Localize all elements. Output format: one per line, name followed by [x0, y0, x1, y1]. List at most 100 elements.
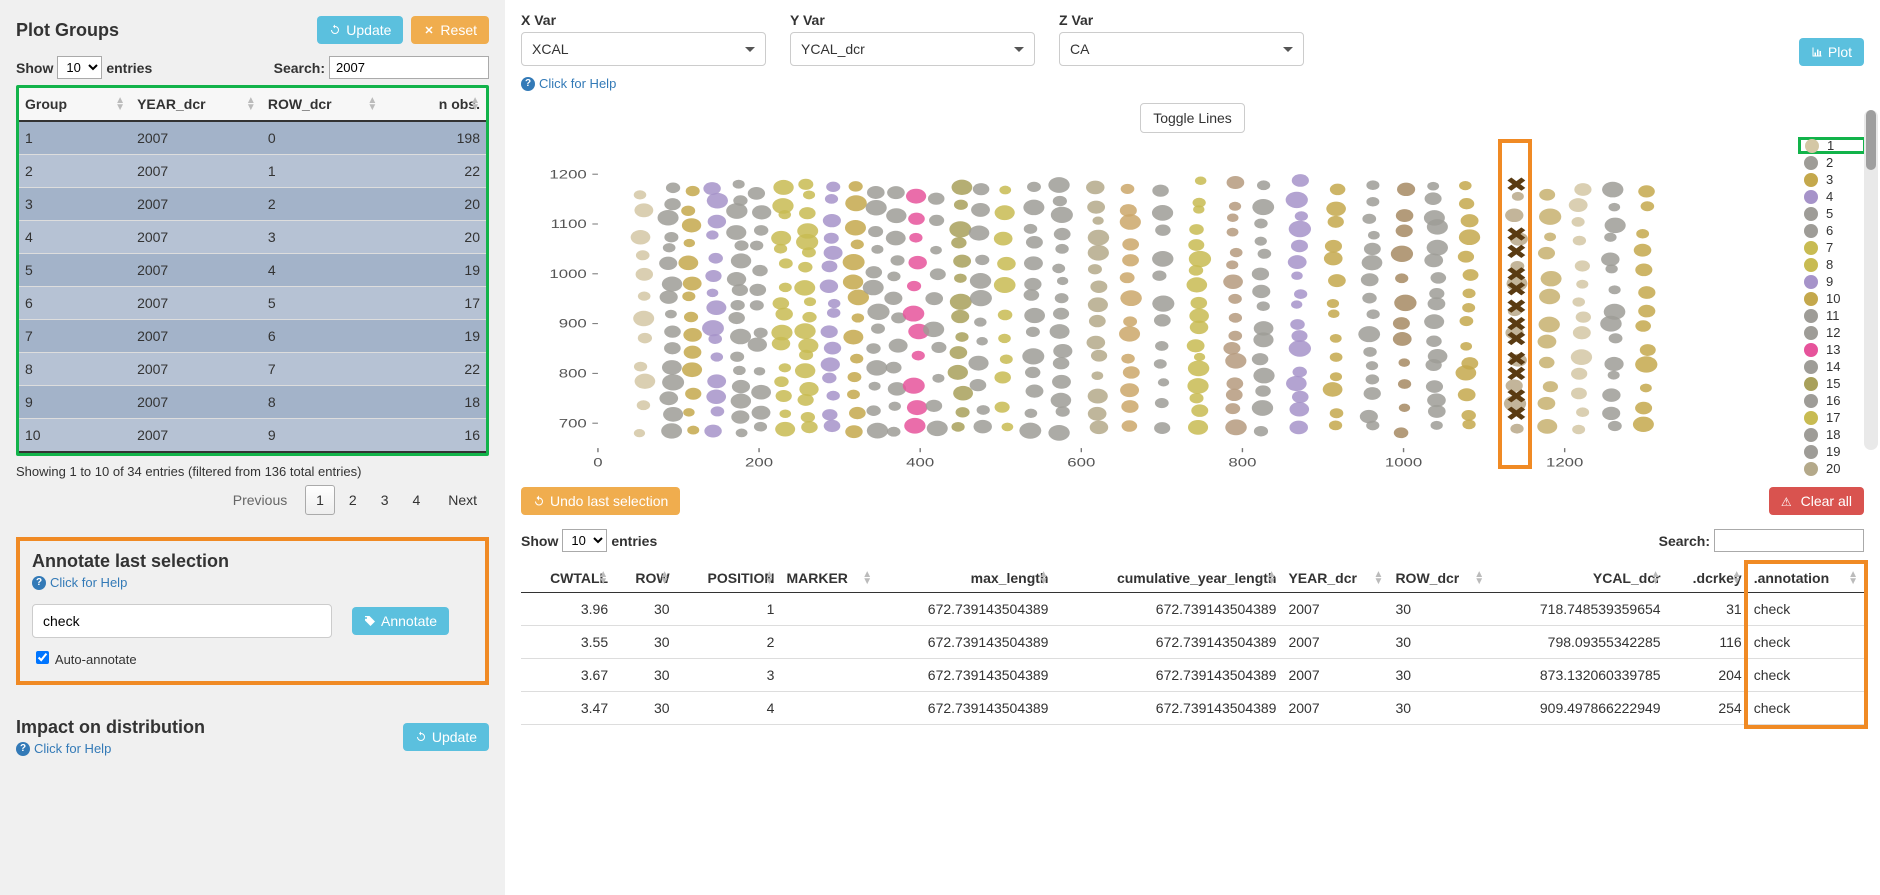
table-row[interactable]: 52007419	[19, 254, 486, 287]
column-header[interactable]: YCAL_dcr▲▼	[1490, 564, 1666, 593]
table-row[interactable]: 92007818	[19, 386, 486, 419]
svg-text:700: 700	[559, 417, 587, 430]
legend-item[interactable]: 18	[1804, 426, 1864, 443]
column-header[interactable]: CWTALL▲▼	[521, 564, 614, 593]
reset-button[interactable]: Reset	[411, 16, 489, 44]
column-header[interactable]: ROW_dcr▲▼	[262, 88, 383, 121]
legend-item[interactable]: 13	[1804, 341, 1864, 358]
help-icon: ?	[32, 576, 46, 590]
legend-item[interactable]: 19	[1804, 443, 1864, 460]
column-header[interactable]: MARKER▲▼	[780, 564, 878, 593]
legend-item[interactable]: 9	[1804, 273, 1864, 290]
table-row[interactable]: 82007722	[19, 353, 486, 386]
legend-item[interactable]: 15	[1804, 375, 1864, 392]
chevron-down-icon	[745, 47, 755, 52]
legend-item[interactable]: 1	[1798, 137, 1866, 154]
close-icon	[423, 24, 435, 36]
table-row[interactable]: 22007122	[19, 155, 486, 188]
page-next[interactable]: Next	[438, 486, 487, 514]
svg-text:400: 400	[906, 457, 934, 470]
column-header[interactable]: YEAR_dcr▲▼	[131, 88, 262, 121]
chevron-down-icon	[1014, 47, 1024, 52]
xvar-select[interactable]: XCAL	[521, 32, 766, 66]
page-number[interactable]: 1	[305, 485, 335, 515]
legend-item[interactable]: 20	[1804, 460, 1864, 477]
clear-all-button[interactable]: Clear all	[1769, 487, 1864, 515]
svg-text:1200: 1200	[549, 168, 586, 181]
column-header[interactable]: YEAR_dcr▲▼	[1282, 564, 1389, 593]
legend-item[interactable]: 11	[1804, 307, 1864, 324]
plot-button[interactable]: Plot	[1799, 38, 1864, 66]
legend-item[interactable]: 16	[1804, 392, 1864, 409]
page-number[interactable]: 4	[403, 486, 431, 514]
legend-item[interactable]: 12	[1804, 324, 1864, 341]
table-row[interactable]: 42007320	[19, 221, 486, 254]
svg-text:0: 0	[593, 457, 602, 470]
table-info: Showing 1 to 10 of 34 entries (filtered …	[16, 464, 489, 479]
undo-selection-button[interactable]: Undo last selection	[521, 487, 680, 515]
chevron-down-icon	[1283, 47, 1293, 52]
table-row[interactable]: 32007220	[19, 188, 486, 221]
chart-help[interactable]: ? Click for Help	[521, 76, 616, 91]
column-header[interactable]: n obs.▲▼	[383, 88, 486, 121]
column-header[interactable]: ROW▲▼	[614, 564, 675, 593]
legend-item[interactable]: 14	[1804, 358, 1864, 375]
legend-item[interactable]: 6	[1804, 222, 1864, 239]
right-search-input[interactable]	[1714, 529, 1864, 552]
table-row[interactable]: 3.55302672.739143504389672.7391435043892…	[521, 626, 1864, 659]
legend-item[interactable]: 10	[1804, 290, 1864, 307]
annotate-button[interactable]: Annotate	[352, 607, 449, 635]
svg-text:1000: 1000	[1385, 457, 1422, 470]
column-header[interactable]: cumulative_year_length▲▼	[1054, 564, 1282, 593]
column-header[interactable]: ROW_dcr▲▼	[1389, 564, 1490, 593]
table-row[interactable]: 3.96301672.739143504389672.7391435043892…	[521, 593, 1864, 626]
legend-item[interactable]: 8	[1804, 256, 1864, 273]
help-icon: ?	[521, 77, 535, 91]
table-row[interactable]: 102007916	[19, 419, 486, 453]
page-length-select[interactable]: 10	[57, 56, 102, 79]
legend-item[interactable]: 7	[1804, 239, 1864, 256]
search-label: Search:	[274, 60, 325, 76]
impact-title: Impact on distribution	[16, 717, 205, 738]
impact-help[interactable]: ? Click for Help	[16, 741, 111, 756]
scrollbar[interactable]	[1864, 110, 1878, 450]
column-header[interactable]: Group▲▼	[19, 88, 131, 121]
impact-update-button[interactable]: Update	[403, 723, 489, 751]
legend-item[interactable]: 3	[1804, 171, 1864, 188]
column-header[interactable]: POSITION▲▼	[676, 564, 781, 593]
legend-item[interactable]: 5	[1804, 205, 1864, 222]
auto-annotate-checkbox[interactable]: Auto-annotate	[32, 652, 137, 667]
column-header[interactable]: max_length▲▼	[878, 564, 1054, 593]
refresh-icon	[329, 24, 341, 36]
page-prev[interactable]: Previous	[223, 486, 297, 514]
legend-item[interactable]: 4	[1804, 188, 1864, 205]
update-button[interactable]: Update	[317, 16, 403, 44]
scatter-chart[interactable]: 7008009001000110012000200400600800100012…	[521, 139, 1864, 479]
page-number[interactable]: 3	[371, 486, 399, 514]
annotation-input[interactable]	[32, 604, 332, 638]
zvar-select[interactable]: CA	[1059, 32, 1304, 66]
annotate-title: Annotate last selection	[32, 551, 473, 572]
page-number[interactable]: 2	[339, 486, 367, 514]
bar-chart-icon	[1811, 46, 1823, 58]
toggle-lines-button[interactable]: Toggle Lines	[1140, 103, 1245, 133]
legend-item[interactable]: 2	[1804, 154, 1864, 171]
undo-icon	[533, 495, 545, 507]
yvar-select[interactable]: YCAL_dcr	[790, 32, 1035, 66]
table-row[interactable]: 3.47304672.739143504389672.7391435043892…	[521, 692, 1864, 725]
right-page-length-select[interactable]: 10	[562, 529, 607, 552]
table-row[interactable]: 72007619	[19, 320, 486, 353]
svg-text:900: 900	[559, 318, 587, 331]
table-row[interactable]: 120070198	[19, 121, 486, 155]
search-input[interactable]	[329, 56, 489, 79]
help-icon: ?	[16, 742, 30, 756]
annotate-help[interactable]: ? Click for Help	[32, 575, 127, 590]
svg-text:800: 800	[559, 367, 587, 380]
svg-text:600: 600	[1067, 457, 1095, 470]
selection-table: CWTALL▲▼ROW▲▼POSITION▲▼MARKER▲▼max_lengt…	[521, 564, 1864, 725]
table-row[interactable]: 3.67303672.739143504389672.7391435043892…	[521, 659, 1864, 692]
column-header[interactable]: .dcrkey▲▼	[1667, 564, 1748, 593]
legend-item[interactable]: 17	[1804, 409, 1864, 426]
warning-icon	[1781, 493, 1796, 509]
table-row[interactable]: 62007517	[19, 287, 486, 320]
